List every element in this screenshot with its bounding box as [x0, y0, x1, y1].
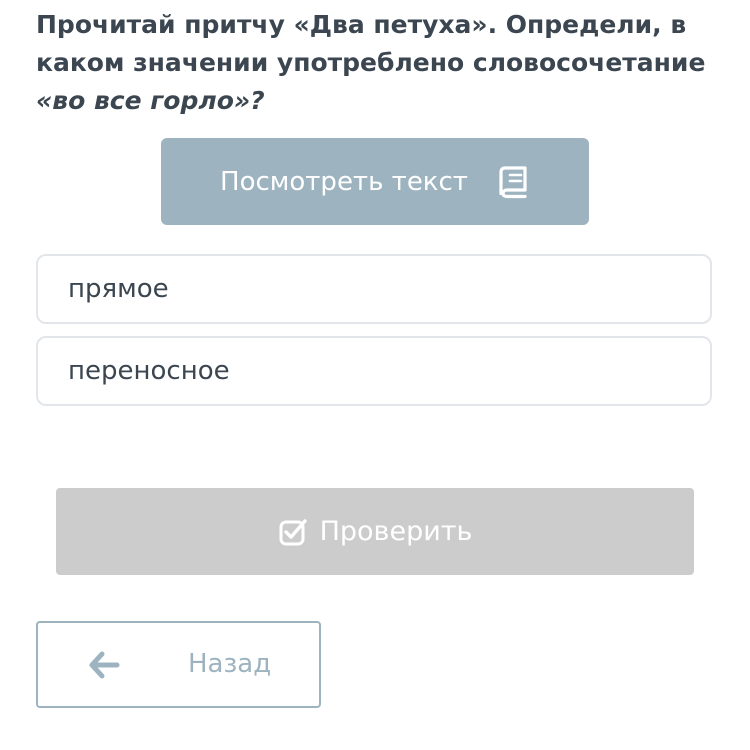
- answer-option-label: переносное: [68, 356, 230, 386]
- arrow-left-icon: [88, 651, 120, 679]
- question-text: Прочитай притчу «Два петуха». Определи, …: [36, 6, 726, 120]
- answer-option-label: прямое: [68, 274, 169, 304]
- answer-option-figurative[interactable]: переносное: [36, 336, 712, 406]
- checkbox-icon: [278, 517, 308, 547]
- check-button[interactable]: Проверить: [56, 488, 694, 575]
- question-emphasis: «во все горло»?: [36, 86, 265, 115]
- check-label: Проверить: [319, 516, 473, 547]
- back-label: Назад: [188, 649, 272, 679]
- view-text-button[interactable]: Посмотреть текст: [161, 138, 589, 225]
- answer-option-direct[interactable]: прямое: [36, 254, 712, 324]
- question-body: Прочитай притчу «Два петуха». Определи, …: [36, 10, 706, 77]
- view-text-label: Посмотреть текст: [220, 166, 468, 197]
- book-icon: [496, 165, 530, 199]
- back-button[interactable]: Назад: [36, 621, 321, 708]
